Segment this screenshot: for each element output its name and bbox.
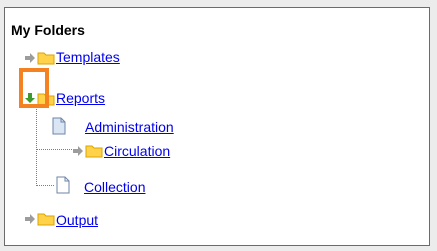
- tree-item-output[interactable]: Output: [23, 209, 173, 229]
- tree-connector: [36, 149, 72, 150]
- tree-item-circulation[interactable]: Circulation: [71, 143, 221, 163]
- right-arrow-icon[interactable]: [71, 144, 85, 158]
- tree-item-label[interactable]: Output: [56, 212, 98, 228]
- document-icon: [52, 117, 66, 135]
- folder-icon: [37, 52, 55, 65]
- tree-item-label[interactable]: Circulation: [104, 143, 170, 159]
- right-arrow-icon[interactable]: [23, 212, 37, 226]
- tree-connector: [36, 109, 37, 186]
- down-arrow-icon[interactable]: [23, 91, 37, 105]
- tree-item-administration[interactable]: Administration: [51, 116, 221, 136]
- folder-icon: [85, 145, 103, 158]
- tree-item-templates[interactable]: Templates: [23, 48, 173, 68]
- panel-title: My Folders: [11, 22, 85, 38]
- folder-icon: [37, 93, 55, 106]
- document-icon: [56, 176, 70, 194]
- tree-item-label[interactable]: Collection: [84, 179, 145, 195]
- tree-item-reports[interactable]: Reports: [23, 89, 173, 109]
- right-arrow-icon[interactable]: [23, 51, 37, 65]
- tree-connector: [36, 185, 54, 186]
- tree-item-label[interactable]: Reports: [56, 90, 105, 106]
- tree-item-label[interactable]: Templates: [56, 49, 120, 65]
- folder-icon: [37, 213, 55, 226]
- tree-item-collection[interactable]: Collection: [55, 176, 205, 196]
- tree-item-label[interactable]: Administration: [85, 119, 174, 135]
- folder-panel: My Folders Templates Reports Administrat…: [4, 7, 430, 246]
